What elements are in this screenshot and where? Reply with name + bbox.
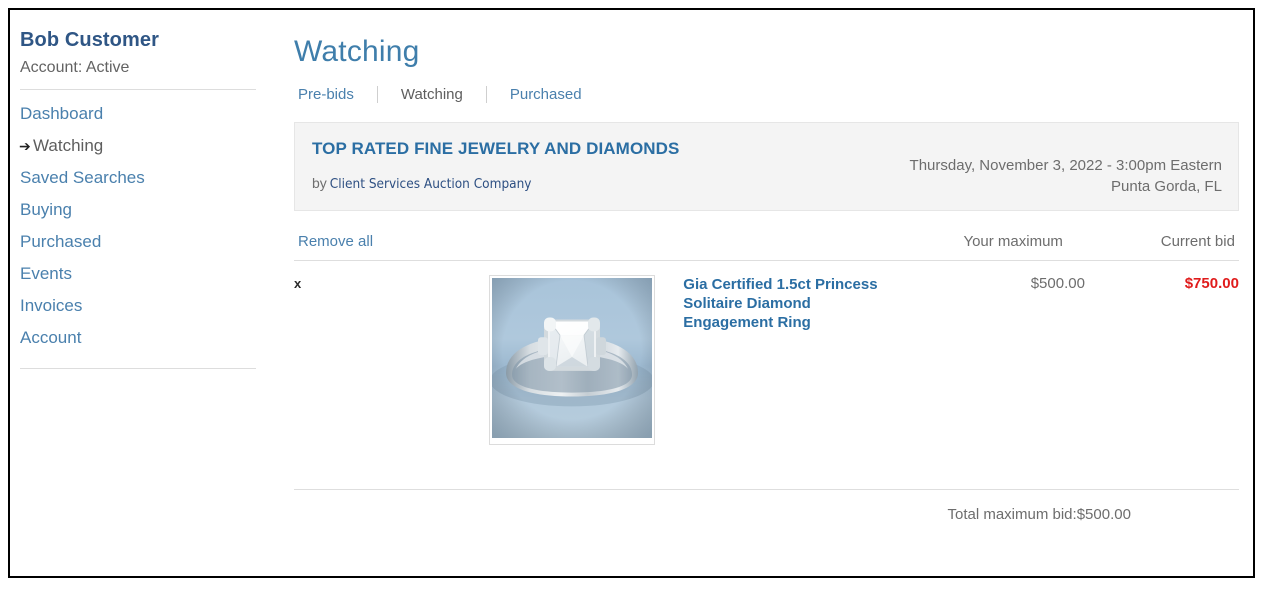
tab-pre-bids[interactable]: Pre-bids <box>298 86 354 103</box>
sidebar-item-label: Buying <box>20 200 72 219</box>
sidebar-item-buying[interactable]: Buying <box>20 194 257 226</box>
page-title: Watching <box>294 35 420 68</box>
remove-item-button[interactable]: x <box>294 276 301 291</box>
auction-datetime: Thursday, November 3, 2022 - 3:00pm East… <box>909 157 1222 174</box>
items-table-body: x Gia Certified 1.5ct Princess Solitaire… <box>294 261 1239 446</box>
user-name: Bob Customer <box>20 29 159 51</box>
cell-remove: x <box>294 261 489 446</box>
remove-all-link[interactable]: Remove all <box>294 217 878 261</box>
items-table-header-row: Remove all Your maximum Current bid <box>294 217 1239 261</box>
account-status: Account: Active <box>20 59 130 76</box>
sidebar-item-label: Invoices <box>20 296 83 315</box>
diamond-engagement-ring-image <box>491 278 652 438</box>
main-content: Watching Pre-bids Watching Purchased TOP… <box>257 10 1253 523</box>
sidebar-item-watching[interactable]: ➔ Watching <box>19 130 257 162</box>
auction-title-link[interactable]: TOP RATED FINE JEWELRY AND DIAMONDS <box>312 138 679 159</box>
auction-banner-right: Thursday, November 3, 2022 - 3:00pm East… <box>910 137 1222 197</box>
sidebar-item-account[interactable]: Account <box>20 322 257 354</box>
browser-page-frame: Bob Customer Account: Active Dashboard ➔… <box>8 8 1255 578</box>
sidebar-item-dashboard[interactable]: Dashboard <box>20 98 257 130</box>
sidebar-item-label: Purchased <box>20 232 102 251</box>
column-header-current-bid: Current bid <box>1084 217 1239 261</box>
tab-purchased[interactable]: Purchased <box>510 86 582 103</box>
sidebar-item-label: Watching <box>33 136 104 155</box>
sidebar-item-label: Events <box>20 264 72 283</box>
sidebar-item-purchased[interactable]: Purchased <box>20 226 257 258</box>
sidebar-item-label: Dashboard <box>20 104 104 123</box>
column-header-your-maximum: Your maximum <box>877 217 1085 261</box>
sidebar-divider-top <box>20 89 256 90</box>
cell-your-maximum: $500.00 <box>1030 275 1085 292</box>
item-title-link[interactable]: Gia Certified 1.5ct Princess Solitaire D… <box>683 275 878 332</box>
page-layout: Bob Customer Account: Active Dashboard ➔… <box>10 10 1253 576</box>
sidebar-item-events[interactable]: Events <box>20 258 257 290</box>
current-page-arrow-icon: ➔ <box>19 138 31 154</box>
item-thumbnail-frame[interactable] <box>488 275 655 445</box>
items-table-head: Remove all Your maximum Current bid <box>294 217 1239 261</box>
tab-separator <box>376 86 378 103</box>
sidebar-divider-bottom <box>20 368 256 369</box>
auction-banner-left: TOP RATED FINE JEWELRY AND DIAMONDS by Cl… <box>312 137 679 192</box>
cell-current-bid: $750.00 <box>1184 275 1239 292</box>
sidebar-nav: Dashboard ➔ Watching Saved Searches Buyin… <box>19 98 257 354</box>
auction-location: Punta Gorda, FL <box>1111 178 1222 195</box>
sidebar-item-saved-searches[interactable]: Saved Searches <box>20 162 257 194</box>
cell-item-title: Gia Certified 1.5ct Princess Solitaire D… <box>683 261 878 446</box>
total-maximum-bid-label: Total maximum bid: <box>947 506 1077 523</box>
tab-separator <box>485 86 487 103</box>
sidebar-item-invoices[interactable]: Invoices <box>20 290 257 322</box>
cell-thumbnail <box>488 261 684 445</box>
table-row: x Gia Certified 1.5ct Princess Solitaire… <box>294 261 1239 446</box>
auction-company-link[interactable]: Client Services Auction Company <box>330 176 532 192</box>
auction-by-label: by <box>312 175 327 191</box>
sidebar-item-label: Saved Searches <box>20 168 145 187</box>
sidebar-item-label: Account <box>20 328 82 347</box>
watching-items-table: Remove all Your maximum Current bid x Gi… <box>294 217 1239 445</box>
total-maximum-bid-value: $500.00 <box>1076 506 1131 523</box>
total-maximum-bid: Total maximum bid:$500.00 <box>294 490 1239 523</box>
account-sidebar: Bob Customer Account: Active Dashboard ➔… <box>10 10 257 377</box>
content-tabs: Pre-bids Watching Purchased <box>294 86 1239 103</box>
tab-watching[interactable]: Watching <box>401 86 463 103</box>
auction-seller-line: by Client Services Auction Company <box>312 175 679 192</box>
auction-banner: TOP RATED FINE JEWELRY AND DIAMONDS by Cl… <box>294 122 1239 211</box>
